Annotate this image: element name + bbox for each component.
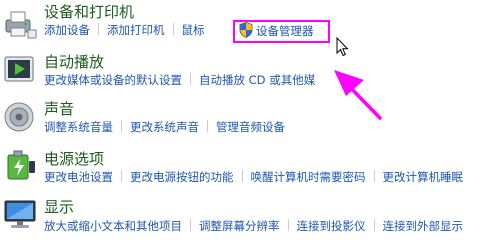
- power-options-links: 更改电池设置 更改电源按钮的功能 唤醒计算机时需要密码 更改计算机睡眠: [44, 169, 463, 185]
- separator: [98, 23, 99, 35]
- screen-resolution-link[interactable]: 调整屏幕分辨率: [199, 219, 280, 233]
- separator: [121, 120, 122, 132]
- sound-title[interactable]: 声音: [44, 100, 74, 118]
- adjust-volume-link[interactable]: 调整系统音量: [44, 120, 113, 134]
- section-power-options: 电源选项 更改电池设置 更改电源按钮的功能 唤醒计算机时需要密码 更改计算机睡眠: [0, 147, 498, 195]
- devices-printers-links: 添加设备 添加打印机 鼠标: [44, 22, 205, 38]
- autoplay-title[interactable]: 自动播放: [44, 53, 104, 71]
- shield-icon: [239, 22, 253, 38]
- autoplay-links: 更改媒体或设备的默认设置 自动播放 CD 或其他媒: [44, 72, 315, 88]
- section-autoplay: 自动播放 更改媒体或设备的默认设置 自动播放 CD 或其他媒: [0, 50, 498, 96]
- change-power-buttons-link[interactable]: 更改电源按钮的功能: [130, 170, 234, 184]
- add-printer-link[interactable]: 添加打印机: [107, 23, 165, 37]
- text-size-link[interactable]: 放大或缩小文本和其他项目: [44, 219, 182, 233]
- separator: [121, 170, 122, 182]
- separator: [172, 23, 174, 35]
- section-display: 显示 放大或缩小文本和其他项目 调整屏幕分辨率 连接到投影仪 连接到外部显示: [0, 196, 498, 245]
- change-sleep-link[interactable]: 更改计算机睡眠: [383, 170, 464, 184]
- printer-icon[interactable]: [2, 6, 38, 42]
- mouse-link[interactable]: 鼠标: [182, 23, 205, 37]
- change-battery-settings-link[interactable]: 更改电池设置: [44, 170, 113, 184]
- section-devices-printers: 设备和打印机 添加设备 添加打印机 鼠标 设备管理器: [0, 0, 498, 57]
- autoplay-icon[interactable]: [2, 52, 38, 88]
- separator: [190, 219, 191, 231]
- separator: [241, 170, 243, 182]
- device-manager-label[interactable]: 设备管理器: [256, 24, 314, 38]
- separator: [190, 73, 191, 85]
- display-links: 放大或缩小文本和其他项目 调整屏幕分辨率 连接到投影仪 连接到外部显示: [44, 218, 463, 234]
- separator: [373, 170, 375, 182]
- require-password-wake-link[interactable]: 唤醒计算机时需要密码: [251, 170, 366, 184]
- manage-audio-devices-link[interactable]: 管理音频设备: [216, 120, 285, 134]
- change-sounds-link[interactable]: 更改系统声音: [130, 120, 199, 134]
- section-sound: 声音 调整系统音量 更改系统声音 管理音频设备: [0, 97, 498, 145]
- display-title[interactable]: 显示: [44, 198, 74, 216]
- sound-links: 调整系统音量 更改系统声音 管理音频设备: [44, 119, 285, 135]
- change-media-defaults-link[interactable]: 更改媒体或设备的默认设置: [44, 73, 182, 87]
- device-manager-link[interactable]: 设备管理器: [239, 22, 314, 40]
- add-device-link[interactable]: 添加设备: [44, 23, 90, 37]
- connect-projector-link[interactable]: 连接到投影仪: [297, 219, 366, 233]
- power-icon[interactable]: [2, 147, 38, 183]
- separator: [287, 219, 289, 231]
- speaker-icon[interactable]: [2, 99, 38, 135]
- devices-printers-title[interactable]: 设备和打印机: [44, 3, 134, 21]
- display-icon[interactable]: [2, 196, 38, 232]
- autoplay-cd-link[interactable]: 自动播放 CD 或其他媒: [199, 73, 315, 87]
- power-options-title[interactable]: 电源选项: [44, 150, 104, 168]
- separator: [207, 120, 208, 132]
- connect-external-display-link[interactable]: 连接到外部显示: [383, 219, 464, 233]
- separator: [373, 219, 375, 231]
